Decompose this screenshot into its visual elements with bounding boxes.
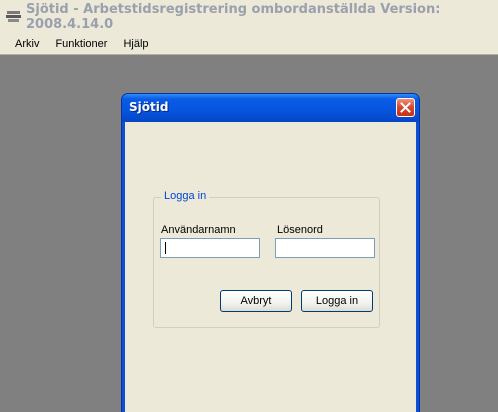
group-label: Logga in bbox=[161, 190, 210, 202]
login-button[interactable]: Logga in bbox=[301, 290, 373, 312]
cancel-button[interactable]: Avbryt bbox=[220, 290, 292, 312]
close-icon bbox=[400, 102, 411, 113]
username-label: Användarnamn bbox=[161, 224, 236, 236]
dialog-titlebar[interactable]: Sjötid bbox=[122, 94, 419, 122]
login-dialog: Sjötid Logga in Användarnamn Lösenord Av… bbox=[121, 93, 420, 412]
dialog-body: Logga in Användarnamn Lösenord Avbryt Lo… bbox=[125, 122, 416, 412]
menu-hjalp[interactable]: Hjälp bbox=[115, 38, 156, 50]
menubar: Arkiv Funktioner Hjälp bbox=[0, 33, 498, 55]
app-title: Sjötid - Arbetstidsregistrering ombordan… bbox=[26, 1, 441, 32]
menu-funktioner[interactable]: Funktioner bbox=[47, 38, 115, 50]
close-button[interactable] bbox=[396, 98, 415, 117]
dialog-title: Sjötid bbox=[129, 100, 169, 114]
menu-arkiv[interactable]: Arkiv bbox=[0, 38, 47, 50]
app-titlebar: Sjötid - Arbetstidsregistrering ombordan… bbox=[0, 0, 498, 33]
password-field[interactable] bbox=[275, 238, 375, 258]
username-field[interactable] bbox=[160, 238, 260, 258]
password-label: Lösenord bbox=[277, 224, 323, 236]
app-icon bbox=[6, 10, 21, 23]
text-caret bbox=[165, 242, 166, 254]
